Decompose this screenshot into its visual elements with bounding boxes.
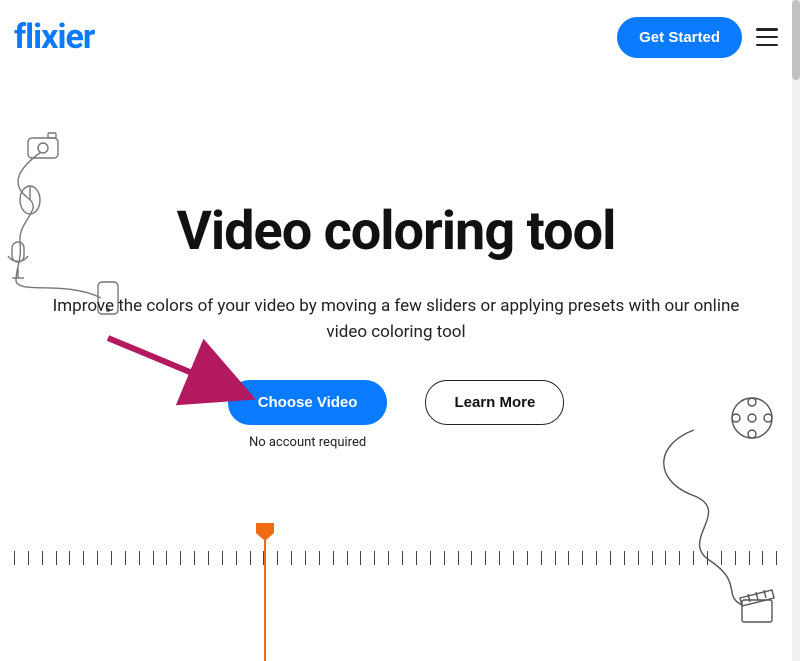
timeline-tick — [596, 551, 597, 565]
timeline-tick — [319, 551, 320, 565]
timeline-tick — [582, 551, 583, 565]
timeline-tick — [56, 551, 57, 565]
timeline-tick — [471, 551, 472, 565]
hero-section: Video coloring tool Improve the colors o… — [0, 200, 792, 346]
timeline-tick — [610, 551, 611, 565]
get-started-button[interactable]: Get Started — [617, 17, 742, 58]
timeline-tick — [180, 551, 181, 565]
timeline-tick — [679, 551, 680, 565]
timeline-tick — [402, 551, 403, 565]
timeline-tick — [305, 551, 306, 565]
timeline-tick — [513, 551, 514, 565]
timeline-tick — [749, 551, 750, 565]
hero-subtitle: Improve the colors of your video by movi… — [46, 293, 746, 346]
timeline-tick — [28, 551, 29, 565]
timeline-tick — [624, 551, 625, 565]
logo[interactable]: flixier — [14, 17, 94, 57]
scrollbar-thumb[interactable] — [792, 0, 800, 80]
timeline-tick — [707, 551, 708, 565]
timeline-tick — [485, 551, 486, 565]
timeline-tick — [97, 551, 98, 565]
timeline-tick — [735, 551, 736, 565]
timeline-tick — [69, 551, 70, 565]
timeline-tick — [333, 551, 334, 565]
timeline-tick — [125, 551, 126, 565]
timeline-tick — [430, 551, 431, 565]
timeline-tick — [222, 551, 223, 565]
timeline-tick — [250, 551, 251, 565]
timeline-tick — [388, 551, 389, 565]
timeline-tick — [568, 551, 569, 565]
timeline-ticks — [0, 551, 792, 571]
no-account-text: No account required — [249, 435, 366, 450]
timeline-tick — [139, 551, 140, 565]
timeline-tick — [194, 551, 195, 565]
timeline-tick — [652, 551, 653, 565]
header-right: Get Started — [617, 17, 778, 58]
timeline-tick — [762, 551, 763, 565]
timeline-tick — [776, 551, 777, 565]
timeline-tick — [111, 551, 112, 565]
choose-video-button[interactable]: Choose Video — [228, 380, 388, 425]
timeline-tick — [458, 551, 459, 565]
cta-col-primary: Choose Video No account required — [228, 380, 388, 450]
timeline-tick — [721, 551, 722, 565]
timeline-tick — [83, 551, 84, 565]
timeline-tick — [527, 551, 528, 565]
header: flixier Get Started — [0, 12, 792, 62]
timeline-tick — [499, 551, 500, 565]
timeline-ruler — [0, 521, 792, 601]
vertical-scrollbar[interactable] — [792, 0, 800, 661]
timeline-tick — [277, 551, 278, 565]
hamburger-menu-icon[interactable] — [756, 28, 778, 46]
timeline-tick — [416, 551, 417, 565]
timeline-tick — [444, 551, 445, 565]
timeline-tick — [153, 551, 154, 565]
timeline-tick — [638, 551, 639, 565]
timeline-tick — [555, 551, 556, 565]
timeline-tick — [374, 551, 375, 565]
hero-title: Video coloring tool — [40, 200, 752, 263]
timeline-tick — [14, 551, 15, 565]
timeline-tick — [360, 551, 361, 565]
timeline-tick — [263, 551, 264, 565]
timeline-tick — [42, 551, 43, 565]
timeline-tick — [693, 551, 694, 565]
timeline-tick — [665, 551, 666, 565]
playhead-icon[interactable] — [254, 521, 276, 543]
timeline-tick — [541, 551, 542, 565]
timeline-tick — [166, 551, 167, 565]
learn-more-button[interactable]: Learn More — [425, 380, 564, 425]
timeline-tick — [291, 551, 292, 565]
timeline-tick — [236, 551, 237, 565]
timeline-tick — [347, 551, 348, 565]
timeline-tick — [208, 551, 209, 565]
cta-col-secondary: Learn More — [425, 380, 564, 425]
